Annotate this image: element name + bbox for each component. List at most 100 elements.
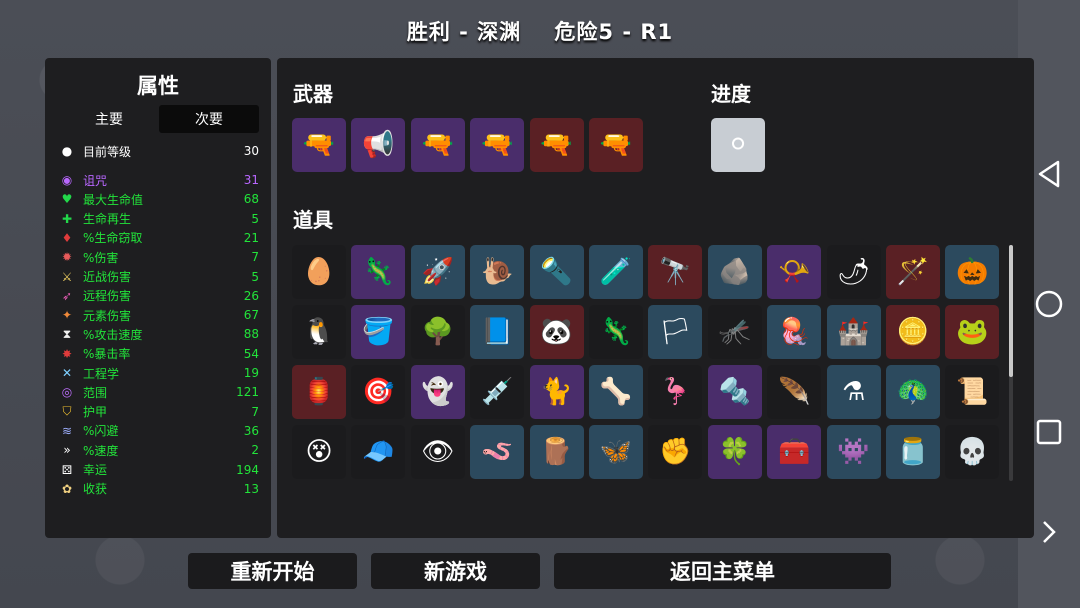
- item-slot[interactable]: 🔩: [707, 365, 762, 419]
- stat-label: 工程学: [83, 366, 120, 381]
- item-slot[interactable]: 🦴: [589, 365, 643, 419]
- item-slot[interactable]: 🪣: [351, 305, 406, 359]
- restart-button[interactable]: 重新开始: [188, 553, 357, 589]
- item-slot[interactable]: 🦎: [351, 245, 406, 299]
- item-slot[interactable]: 🌶: [826, 245, 881, 299]
- speed-icon: »: [63, 443, 71, 458]
- item-slot[interactable]: 🐧: [292, 305, 346, 359]
- item-slot[interactable]: 🐼: [529, 305, 584, 359]
- item-slot[interactable]: 🪱: [470, 425, 525, 479]
- stat-value: 2: [251, 443, 259, 458]
- item-slot[interactable]: 📯: [767, 245, 822, 299]
- bucket-icon: 🪣: [362, 317, 395, 347]
- item-slot[interactable]: 🥚: [292, 245, 346, 299]
- item-slot[interactable]: 🦟: [707, 305, 762, 359]
- items-label: 道具: [293, 208, 333, 232]
- weapon-slot[interactable]: 📢: [351, 118, 406, 172]
- stat-value: 36: [243, 423, 259, 438]
- item-slot[interactable]: 🦎: [589, 305, 643, 359]
- item-slot[interactable]: 🦚: [886, 365, 940, 419]
- item-slot[interactable]: 🦋: [589, 425, 643, 479]
- egg-icon: 🥚: [302, 257, 336, 287]
- lifesteal-icon: ♦: [61, 230, 73, 245]
- item-slot[interactable]: 🧰: [767, 425, 822, 479]
- heart-icon: ♥: [61, 192, 73, 207]
- item-slot[interactable]: 🧢: [351, 425, 406, 479]
- weapon-slot[interactable]: 🔫: [470, 118, 525, 172]
- new-game-button[interactable]: 新游戏: [371, 553, 540, 589]
- item-slot[interactable]: 👾: [826, 425, 881, 479]
- item-slot[interactable]: 💉: [470, 365, 525, 419]
- pumpkin-icon: 🎃: [956, 257, 989, 287]
- item-slot[interactable]: 🔭: [648, 245, 703, 299]
- laser-gun-icon: 🔫: [302, 130, 336, 160]
- curse-icon: ◉: [61, 173, 73, 187]
- stat-value: 5: [251, 269, 259, 284]
- item-slot[interactable]: 🪶: [767, 365, 822, 419]
- item-slot[interactable]: 🪄: [886, 245, 940, 299]
- main-menu-button[interactable]: 返回主菜单: [554, 553, 891, 589]
- item-slot[interactable]: 🎯: [351, 365, 406, 419]
- item-slot[interactable]: 💀: [945, 425, 1000, 479]
- progress-slot[interactable]: ⚪: [711, 118, 765, 172]
- slime-icon: 🧪: [599, 257, 633, 287]
- item-slot[interactable]: ✊: [648, 425, 703, 479]
- syringe-icon: 💉: [481, 377, 514, 407]
- item-slot[interactable]: 🐈: [529, 365, 584, 419]
- item-slot[interactable]: 🏮: [292, 365, 346, 419]
- weapon-slot[interactable]: 🔫: [292, 118, 346, 172]
- item-slot[interactable]: 🧪: [589, 245, 643, 299]
- item-slot[interactable]: 🐌: [470, 245, 525, 299]
- item-slot[interactable]: 🪼: [767, 305, 822, 359]
- item-slot[interactable]: 📘: [470, 305, 525, 359]
- hourglass-icon: ⧗: [62, 326, 72, 341]
- item-slot[interactable]: ⚗: [826, 365, 881, 419]
- item-slot[interactable]: 👻: [410, 365, 465, 419]
- item-slot[interactable]: 🏳: [648, 305, 703, 359]
- item-slot[interactable]: 🐸: [945, 305, 1000, 359]
- tab-secondary[interactable]: 次要: [159, 105, 259, 133]
- item-slot[interactable]: 🦩: [648, 365, 703, 419]
- stat-label: 范围: [83, 385, 108, 400]
- item-slot[interactable]: 🪙: [886, 305, 940, 359]
- stat-value: 7: [251, 250, 259, 265]
- items-scrollbar[interactable]: [1009, 245, 1013, 481]
- weapon-slot[interactable]: 🔫: [410, 118, 465, 172]
- snail-icon: 🐌: [481, 257, 514, 287]
- wand-icon: 🪄: [896, 257, 930, 287]
- stat-row: ⚔ 近战伤害 5: [59, 268, 259, 286]
- sword-icon: ⚔: [61, 269, 73, 284]
- item-slot[interactable]: 🪵: [529, 425, 584, 479]
- range-icon: ◎: [61, 385, 73, 400]
- item-slot[interactable]: 🫙: [886, 425, 940, 479]
- item-slot[interactable]: 😵: [292, 425, 346, 479]
- stat-value: 5: [251, 211, 259, 226]
- weapon-slot[interactable]: 🔫: [589, 118, 643, 172]
- item-slot[interactable]: 🚀: [410, 245, 465, 299]
- item-slot[interactable]: 🔦: [529, 245, 584, 299]
- item-slot[interactable]: 🏰: [826, 305, 881, 359]
- stat-label: 收获: [83, 482, 108, 497]
- item-slot[interactable]: 🪨: [707, 245, 762, 299]
- item-slot[interactable]: 📜: [945, 365, 1000, 419]
- item-slot[interactable]: 🎃: [945, 245, 1000, 299]
- scroll-thumb[interactable]: [1009, 245, 1013, 377]
- tab-primary[interactable]: 主要: [59, 105, 159, 133]
- revolver-icon: 🔫: [421, 130, 454, 160]
- panda-icon: 🐼: [540, 317, 573, 347]
- stat-row: ◎ 范围 121: [59, 383, 259, 401]
- castle-icon: 🏰: [837, 317, 870, 347]
- item-slot[interactable]: 🍀: [707, 425, 762, 479]
- coal-icon: 🪨: [718, 257, 751, 287]
- axolotl-icon: 🐸: [956, 317, 989, 347]
- item-slot[interactable]: 🌳: [410, 305, 465, 359]
- item-slot[interactable]: 👁: [410, 425, 465, 479]
- stat-row: ⚄ 幸运 194: [59, 461, 259, 479]
- scroll-icon: 📜: [956, 377, 989, 407]
- stat-row: » %速度 2: [59, 441, 259, 459]
- dodge-icon: ≋: [61, 423, 73, 438]
- stat-label: %攻击速度: [83, 327, 143, 342]
- stat-value: 194: [236, 462, 259, 477]
- weapon-slot[interactable]: 🔫: [529, 118, 584, 172]
- hand-icon: ✊: [659, 437, 692, 467]
